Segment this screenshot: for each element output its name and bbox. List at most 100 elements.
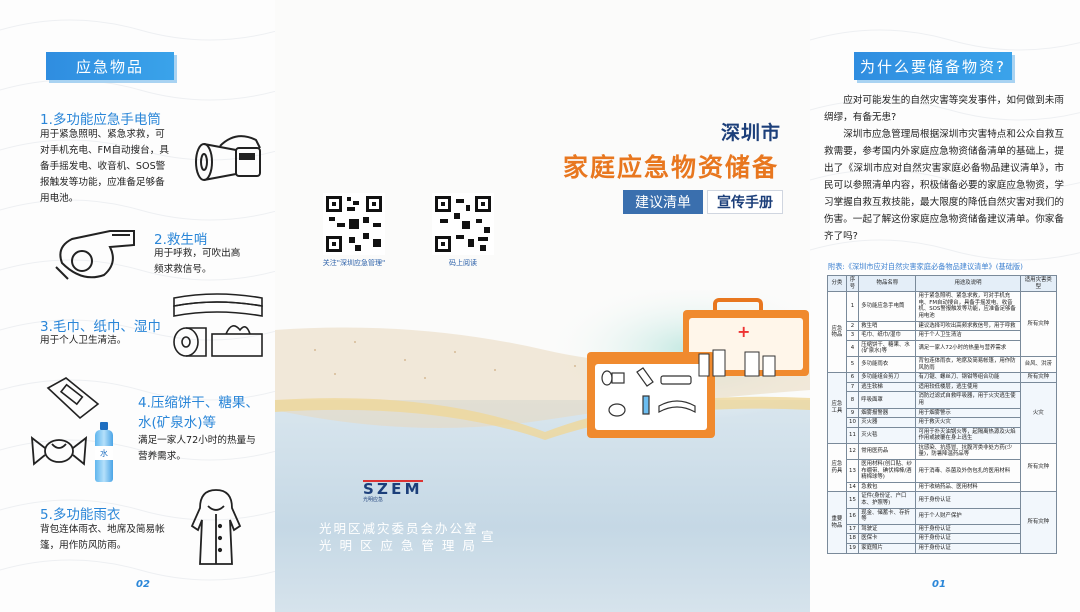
category-cell: 应急物品 bbox=[827, 291, 847, 374]
item-1-desc: 用于紧急照明、紧急求救，可对手机充电、FM自动搜台，具备手摇发电、收音机、SOS… bbox=[40, 129, 169, 204]
table-row: 5 多功能雨衣 背包连体雨衣，地席及简易帐篷，用作防风防雨 台风、洪涝 bbox=[828, 355, 1058, 374]
item-use: 有刀锯、螺丝刀、钢钳等组合功能 bbox=[915, 372, 1021, 383]
table-header: 序号 bbox=[845, 274, 860, 293]
disaster-type: 所有灾种 bbox=[1019, 372, 1058, 383]
item-4-desc: 满足一家人72小时的热量与营养需求。 bbox=[138, 435, 256, 462]
annex-title: 附表:《深圳市应对自然灾害家庭必备物品建议清单》(基础版) bbox=[828, 262, 1023, 271]
item-use: 用于身份认证 bbox=[915, 491, 1021, 509]
item-name: 压缩饼干、糖果、水(矿泉水)等 bbox=[858, 339, 917, 357]
item-use: 用于身份认证 bbox=[915, 533, 1021, 544]
row-number: 18 bbox=[845, 533, 860, 544]
item-use: 用于消毒、杀菌及外伤包扎的医用材料 bbox=[915, 459, 1021, 483]
tag-brochure: 宣传手册 bbox=[707, 190, 783, 214]
candy-icon bbox=[30, 436, 88, 466]
item-use: 可用于扑灭油锅火等，起隔离热源及火焰作用或披覆在身上逃生 bbox=[915, 426, 1021, 444]
row-number: 19 bbox=[845, 543, 860, 554]
disaster-type: 所有灾种 bbox=[1019, 442, 1058, 493]
row-number: 15 bbox=[845, 491, 860, 509]
row-number: 5 bbox=[845, 355, 860, 374]
item-use: 适用较低楼层，逃生使用 bbox=[915, 381, 1021, 393]
biscuit-pack-icon bbox=[46, 377, 100, 420]
row-number: 1 bbox=[845, 291, 860, 322]
org-suffix: 宣 bbox=[481, 529, 496, 544]
towel-tissue-icon bbox=[173, 293, 263, 357]
row-number: 16 bbox=[845, 507, 860, 525]
qr-caption-read: 码上阅读 bbox=[449, 259, 477, 267]
section-title-why: 为什么要储备物资? bbox=[854, 52, 1012, 80]
category-cell: 应急工具 bbox=[827, 372, 847, 444]
row-number: 17 bbox=[845, 523, 860, 535]
item-name: 多功能雨衣 bbox=[858, 355, 917, 374]
intro-paragraph-1: 应对可能发生的自然灾害等突发事件，如何做到未雨绸缪，有备无患? bbox=[824, 95, 1064, 123]
table-header-row: 分类 序号 物品名称 用途及说明 适用灾害类型 bbox=[827, 274, 1058, 293]
table-row: 重要物品 15 证件(身份证、户口本、护照等) 用于身份认证 所有灾种 bbox=[827, 491, 1058, 554]
qr-code-follow[interactable] bbox=[323, 193, 385, 255]
row-number: 14 bbox=[845, 481, 860, 493]
item-5-desc: 背包连体雨衣、地席及简易帐篷，用作防风防雨。 bbox=[40, 524, 165, 551]
disaster-type: 火灾 bbox=[1019, 381, 1058, 444]
item-use: 用于个人财产保护 bbox=[915, 507, 1021, 525]
item-name: 呼吸面罩 bbox=[858, 391, 917, 409]
category-cell: 重要物品 bbox=[827, 491, 847, 554]
qr-caption-follow: 关注"深圳应急管理" bbox=[322, 259, 386, 267]
item-use: 满足一家人72小时的热量与营养需求 bbox=[915, 339, 1021, 357]
page-01-panel: 为什么要储备物资? 应对可能发生的自然灾害等突发事件，如何做到未雨绸缪，有备无患… bbox=[810, 0, 1080, 612]
item-use: 用于个人卫生清洁 bbox=[915, 330, 1021, 341]
table-row: 7 逃生软梯 适用较低楼层，逃生使用 火灾 bbox=[828, 381, 1058, 444]
disaster-type: 所有灾种 bbox=[1019, 291, 1058, 357]
item-use: 用于收纳药品、医用材料 bbox=[915, 481, 1021, 493]
qr-code-read[interactable] bbox=[432, 193, 494, 255]
row-number: 4 bbox=[845, 339, 860, 357]
org-line-2: 光 明 区 应 急 管 理 局 bbox=[319, 538, 477, 553]
item-use: 用于身份认证 bbox=[915, 543, 1021, 554]
row-number: 12 bbox=[845, 442, 860, 461]
item-3-heading: 3.毛巾、纸巾、湿巾 bbox=[40, 319, 161, 335]
table-header: 用途及说明 bbox=[915, 274, 1021, 293]
item-name: 烟雾报警器 bbox=[858, 407, 917, 419]
item-use: 用于烟雾警示 bbox=[915, 407, 1021, 419]
item-use: 背包连体雨衣，地席及简易帐篷，用作防风防雨 bbox=[915, 355, 1021, 374]
row-number: 13 bbox=[845, 459, 860, 483]
item-name: 多功能应急手电筒 bbox=[858, 291, 917, 322]
item-2-desc: 用于呼救，可吹出高频求救信号。 bbox=[154, 248, 241, 275]
raincoat-icon bbox=[190, 489, 242, 565]
item-2-heading: 2.救生哨 bbox=[154, 232, 208, 248]
item-name: 救生哨 bbox=[858, 320, 917, 332]
page-02-panel: 应急物品 1.多功能应急手电筒 用于紧急照明、紧急求救，可对手机充电、FM自动搜… bbox=[0, 0, 275, 612]
item-name: 灭火毯 bbox=[858, 426, 917, 444]
item-name: 证件(身份证、户口本、护照等) bbox=[858, 491, 917, 509]
row-number: 7 bbox=[845, 381, 860, 393]
section-title: 应急物品 bbox=[46, 52, 174, 80]
item-name: 常用医药品 bbox=[858, 442, 917, 461]
item-name: 医保卡 bbox=[858, 533, 917, 544]
kit-contents-icon bbox=[601, 367, 696, 417]
intro-paragraph-2: 深圳市应急管理局根据深圳市灾害特点和公众自救互救需要，参考国内外家庭应急物资储备… bbox=[824, 129, 1064, 242]
item-name: 急救包 bbox=[858, 481, 917, 493]
item-name: 医用材料(创口贴、纱布绷带、碘伏棉棒/酒精棉球等) bbox=[858, 459, 917, 483]
item-name: 驾驶证 bbox=[858, 523, 917, 535]
whistle-icon bbox=[55, 230, 135, 280]
item-name: 灭火器 bbox=[858, 417, 917, 428]
table-header: 分类 bbox=[827, 274, 847, 293]
table-row: 应急工具 6 多功能组合剪刀 有刀锯、螺丝刀、钢钳等组合功能 所有灾种 bbox=[827, 372, 1058, 444]
item-5-heading: 5.多功能雨衣 bbox=[40, 507, 121, 523]
supplies-table: 分类 序号 物品名称 用途及说明 适用灾害类型 应急物品 1 多功能应急手电筒 … bbox=[827, 274, 1058, 554]
disaster-type: 所有灾种 bbox=[1019, 491, 1058, 554]
table-row: 应急物品 1 多功能应急手电筒 用于紧急照明、紧急求救，可对手机充电、FM自动搜… bbox=[827, 291, 1058, 374]
item-use: 建议选择可吹出高频求救信号，用于呼救 bbox=[915, 320, 1021, 332]
item-name: 逃生软梯 bbox=[858, 381, 917, 393]
medical-cross-icon: + bbox=[737, 322, 751, 341]
item-name: 家庭照片 bbox=[858, 543, 917, 554]
category-cell: 应急药具 bbox=[827, 442, 847, 493]
page-number-left: 02 bbox=[136, 579, 150, 590]
brand-logo: S Z E M 光明应急 bbox=[363, 480, 423, 504]
item-use: 用于救灭火灾 bbox=[915, 417, 1021, 428]
item-4-heading: 4.压缩饼干、糖果、水(矿泉水)等 bbox=[138, 395, 259, 431]
table-header: 适用灾害类型 bbox=[1019, 274, 1058, 293]
row-number: 11 bbox=[845, 426, 860, 444]
row-number: 10 bbox=[845, 417, 860, 428]
item-name: 毛巾、纸巾/湿巾 bbox=[858, 330, 917, 341]
page-number-right: 01 bbox=[932, 579, 946, 590]
flashlight-icon bbox=[195, 135, 261, 181]
water-bottle-icon: 水 bbox=[92, 422, 116, 482]
